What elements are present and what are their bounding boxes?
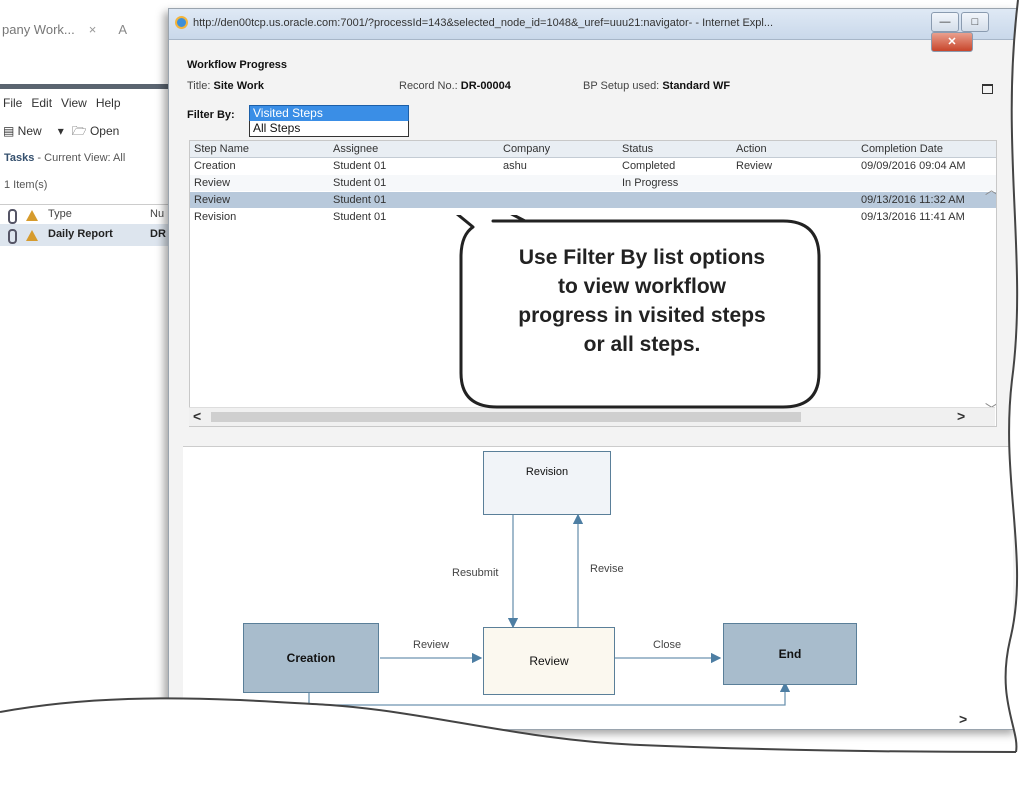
menu-bar: File Edit View Help	[3, 96, 130, 110]
attachment-icon	[8, 209, 17, 224]
cell-step-name: Review	[194, 177, 231, 189]
edge-label-revise: Revise	[590, 563, 624, 575]
close-button[interactable]: ✕	[931, 32, 973, 52]
open-button-label: Open	[89, 124, 120, 138]
column-type[interactable]: Type	[48, 208, 72, 220]
record-value: DR-00004	[460, 80, 511, 92]
attachment-icon	[8, 229, 17, 244]
scroll-up-icon[interactable]: ︿	[985, 179, 996, 198]
maximize-button[interactable]: □	[961, 12, 989, 32]
bp-setup-label: BP Setup used:	[583, 80, 660, 92]
node-creation[interactable]: Creation	[243, 623, 379, 693]
column-company[interactable]: Company	[503, 141, 550, 157]
row-type: Daily Report	[48, 228, 113, 240]
edge-label-review: Review	[413, 639, 450, 651]
items-count: 1 Item(s)	[4, 179, 48, 191]
menu-file[interactable]: File	[3, 96, 22, 110]
diagram-scroll-right-icon[interactable]: >	[959, 711, 967, 727]
title-value: Site Work	[213, 80, 265, 92]
cell-company: ashu	[503, 160, 527, 172]
bp-setup-value: Standard WF	[662, 80, 731, 92]
cell-assignee: Student 01	[333, 211, 387, 223]
new-button-label: New	[17, 124, 42, 138]
workflow-diagram: Revision Creation Review End Resubmit Re…	[183, 446, 1013, 729]
background-next-tab[interactable]: A	[118, 22, 127, 37]
scroll-right-icon[interactable]: >	[957, 408, 965, 424]
background-table-row[interactable]: Daily Report DR	[0, 224, 175, 246]
cell-completion-date: 09/13/2016 11:41 AM	[861, 211, 965, 223]
background-app: pany Work... × A File Edit View Help ▤ New ▾ 🗁 …	[0, 0, 175, 720]
menu-view[interactable]: View	[61, 96, 87, 110]
column-action[interactable]: Action	[736, 141, 767, 157]
cell-completion-date: 09/09/2016 09:04 AM	[861, 160, 966, 172]
cell-assignee: Student 01	[333, 194, 387, 206]
edge-label-resubmit: Resubmit	[452, 567, 499, 579]
title-label: Title:	[187, 80, 211, 92]
minimize-button[interactable]: —	[931, 12, 959, 32]
filter-option-all-steps[interactable]: All Steps	[249, 121, 409, 137]
column-step-name[interactable]: Step Name	[194, 141, 249, 157]
cell-status: Completed	[622, 160, 676, 172]
column-status[interactable]: Status	[622, 141, 653, 157]
title-bar[interactable]: http://den00tcp.us.oracle.com:7001/?proc…	[169, 9, 1017, 52]
table-row-selected[interactable]: Review Student 01 09/13/2016 11:32 AM	[190, 192, 996, 208]
filter-by-select[interactable]: Visited Steps	[249, 105, 409, 122]
cell-completion-date: 09/13/2016 11:32 AM	[861, 194, 965, 206]
table-header: Step Name Assignee Company Status Action…	[190, 141, 996, 158]
scroll-left-icon[interactable]: <	[193, 408, 201, 424]
callout-text: Use Filter By list options to view workf…	[476, 243, 808, 359]
cell-status: In Progress	[622, 177, 679, 189]
tasks-header: Tasks - Current View: All	[4, 152, 125, 164]
window-url: http://den00tcp.us.oracle.com:7001/?proc…	[193, 17, 774, 29]
background-table-header: Type Nu	[0, 204, 175, 226]
callout-line: or all steps.	[583, 333, 701, 356]
new-dropdown-icon[interactable]: ▾	[58, 124, 64, 138]
table-row[interactable]: Review Student 01 In Progress	[190, 175, 996, 191]
column-number[interactable]: Nu	[150, 208, 164, 220]
cell-step-name: Creation	[194, 160, 236, 172]
user-icon	[26, 209, 38, 221]
background-tab-label: pany Work...	[2, 22, 75, 37]
tab-close-icon[interactable]: ×	[89, 22, 97, 37]
menu-help[interactable]: Help	[96, 96, 121, 110]
record-label: Record No.:	[399, 80, 458, 92]
callout-line: to view workflow	[557, 275, 727, 298]
callout-line: Use Filter By list options	[518, 246, 766, 269]
header-divider	[0, 84, 175, 89]
cell-step-name: Review	[194, 194, 231, 206]
record-info: Title: Site Work Record No.: DR-00004 BP…	[187, 80, 1007, 96]
maximize-panel-icon[interactable]	[982, 84, 993, 94]
new-button[interactable]: ▤ New	[3, 124, 50, 138]
menu-edit[interactable]: Edit	[31, 96, 52, 110]
cell-action: Review	[736, 160, 773, 172]
background-tab[interactable]: pany Work... × A	[2, 22, 127, 37]
node-revision[interactable]: Revision	[483, 451, 611, 515]
workflow-heading: Workflow Progress	[187, 59, 288, 71]
row-number: DR	[150, 228, 166, 240]
filter-by-label: Filter By:	[187, 109, 235, 121]
edge-label-close: Close	[653, 639, 682, 651]
browser-icon	[175, 16, 188, 29]
tasks-label: Tasks	[4, 152, 35, 164]
node-end[interactable]: End	[723, 623, 857, 685]
callout-line: progress in visited steps	[518, 304, 766, 327]
open-button[interactable]: 🗁 Open	[72, 124, 128, 138]
cell-step-name: Revision	[194, 211, 237, 223]
window-controls: — □✕	[929, 12, 1017, 52]
table-row[interactable]: Creation Student 01 ashu Completed Revie…	[190, 158, 996, 174]
user-icon	[26, 229, 38, 241]
node-review[interactable]: Review	[483, 627, 615, 695]
toolbar: ▤ New ▾ 🗁 Open	[3, 122, 135, 143]
cell-assignee: Student 01	[333, 160, 387, 172]
cell-assignee: Student 01	[333, 177, 387, 189]
column-completion-date[interactable]: Completion Date	[861, 141, 993, 157]
column-assignee[interactable]: Assignee	[333, 141, 378, 157]
tasks-view-label: - Current View: All	[34, 152, 126, 164]
